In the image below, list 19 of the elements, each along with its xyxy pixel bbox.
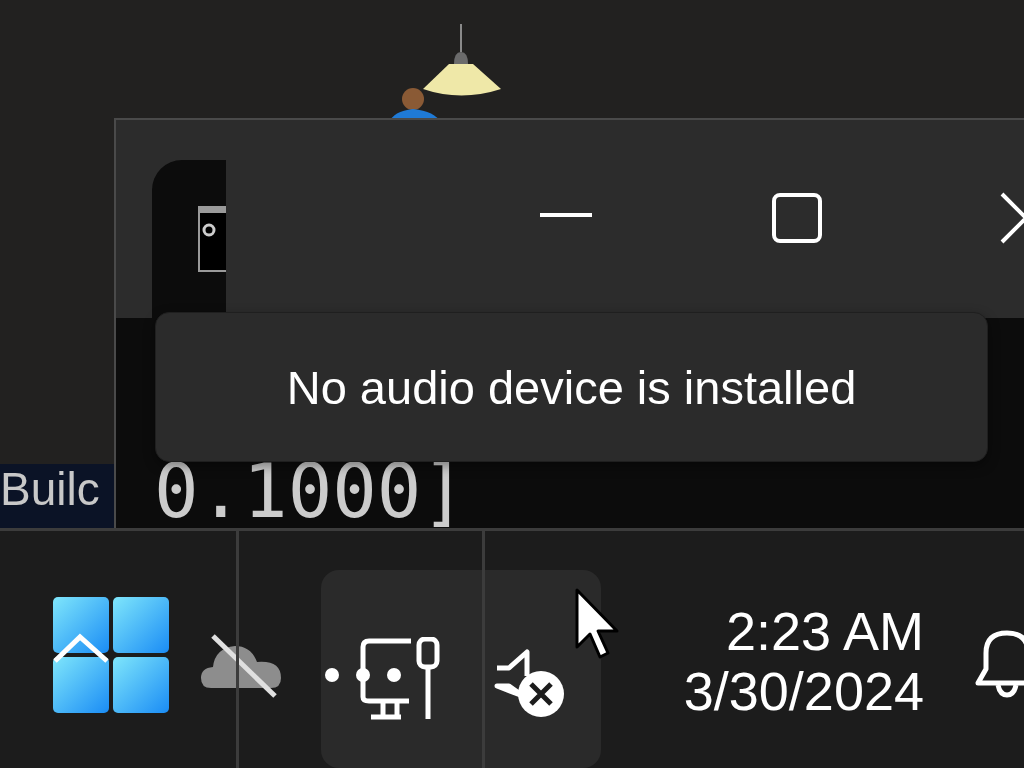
terminal-text: 0.1000]	[154, 454, 466, 528]
clock-time: 2:23 AM	[725, 600, 924, 661]
console-icon	[198, 206, 226, 272]
window-text: Builc	[0, 466, 100, 512]
maximize-icon	[772, 193, 822, 243]
cloud-off-icon[interactable]	[201, 633, 283, 698]
volume-muted-icon	[493, 647, 567, 720]
windows-logo-icon	[53, 596, 169, 713]
close-icon	[1000, 192, 1024, 244]
chevron-up-icon[interactable]	[53, 633, 109, 665]
minimize-icon	[540, 213, 592, 217]
tooltip-text: No audio device is installed	[286, 359, 857, 415]
clock-date: 3/30/2024	[683, 660, 924, 721]
close-button[interactable]	[1000, 192, 1024, 244]
start-button[interactable]	[53, 596, 169, 713]
tray-hover-area[interactable]	[321, 569, 601, 768]
clock[interactable]: 2:23 AM 3/30/2024	[683, 600, 924, 721]
maximize-button[interactable]	[772, 193, 822, 243]
terminal-tab[interactable]	[152, 160, 226, 318]
